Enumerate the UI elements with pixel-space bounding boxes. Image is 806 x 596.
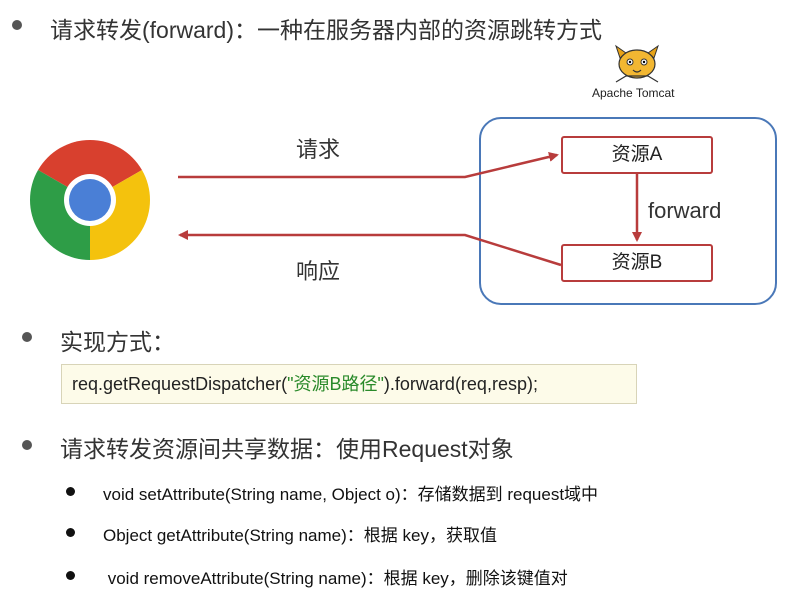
request-label: 请求 <box>296 137 341 162</box>
code-string: "资源B路径" <box>287 374 384 394</box>
impl-heading: 实现方式： <box>60 329 175 355</box>
impl-bullet <box>22 332 32 342</box>
code-snippet: req.getRequestDispatcher("资源B路径").forwar… <box>61 364 637 404</box>
code-prefix: req.getRequestDispatcher( <box>72 374 288 394</box>
list-item-bullet <box>66 528 75 537</box>
code-suffix: ).forward(req,resp); <box>383 374 538 394</box>
list-item: void removeAttribute(String name)：根据 key… <box>103 569 568 588</box>
response-label: 响应 <box>296 259 341 284</box>
list-item-bullet <box>66 487 75 496</box>
list-item-bullet <box>66 571 75 580</box>
list-item: Object getAttribute(String name)：根据 key，… <box>103 526 497 545</box>
share-bullet <box>22 440 32 450</box>
forward-label: forward <box>648 198 722 223</box>
response-arrow <box>178 230 562 267</box>
request-arrow <box>178 151 559 179</box>
share-heading: 请求转发资源间共享数据：使用Request对象 <box>60 436 514 462</box>
list-item: void setAttribute(String name, Object o)… <box>103 485 599 504</box>
flow-arrows <box>178 151 642 267</box>
